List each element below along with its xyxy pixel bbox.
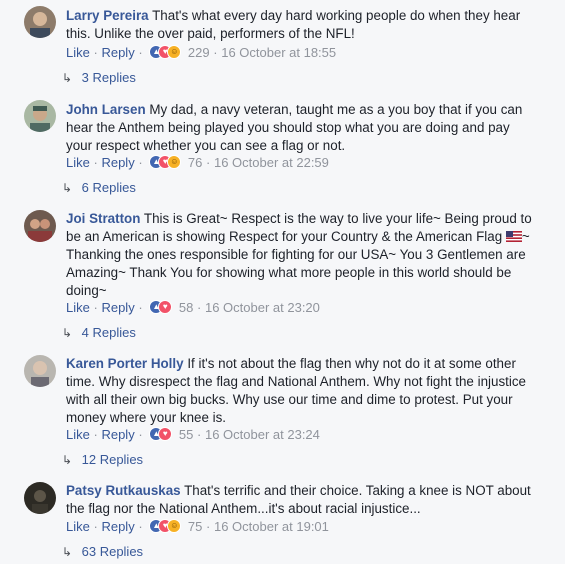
comment-actions: Like · Reply · ▲ ♥ 55 · 16 October at 23… [66,426,320,444]
like-button[interactable]: Like [66,45,90,60]
avatar-image [24,355,56,387]
reply-button[interactable]: Reply [101,300,134,315]
replies-count[interactable]: 4 Replies [82,325,136,340]
view-replies-link[interactable]: ↳ 6 Replies [62,179,136,197]
reaction-count[interactable]: 55 [179,427,193,442]
us-flag-emoji-icon [505,231,522,242]
like-button[interactable]: Like [66,155,90,170]
replies-count[interactable]: 3 Replies [82,70,136,85]
separator: · [138,519,143,534]
separator: · [138,45,143,60]
avatar[interactable] [24,355,56,387]
reply-button[interactable]: Reply [101,45,134,60]
separator: · [197,427,202,442]
avatar-image [24,482,56,514]
avatar[interactable] [24,482,56,514]
comment-author[interactable]: Larry Pereira [66,8,149,23]
separator: · [138,427,143,442]
comment-actions: Like · Reply · ▲ ♥ ☺ 229 · 16 October at… [66,44,336,62]
haha-icon: ☺ [167,155,182,169]
view-replies-link[interactable]: ↳ 63 Replies [62,543,143,561]
avatar[interactable] [24,210,56,242]
separator: · [93,519,98,534]
separator: · [93,427,98,442]
separator: · [197,300,202,315]
replies-count[interactable]: 12 Replies [82,452,143,467]
comment-body: Larry Pereira That's what every day hard… [66,7,536,43]
avatar[interactable] [24,100,56,132]
comment-author[interactable]: Karen Porter Holly [66,356,184,371]
reactions-summary[interactable]: ▲ ♥ [149,300,173,314]
separator: · [93,155,98,170]
separator: · [93,300,98,315]
comment-body: Karen Porter Holly If it's not about the… [66,355,536,427]
comment-author[interactable]: Joi Stratton [66,211,140,226]
haha-icon: ☺ [167,519,182,533]
separator: · [138,155,143,170]
separator: · [138,300,143,315]
reaction-count[interactable]: 76 [188,155,202,170]
comment-timestamp[interactable]: 16 October at 19:01 [214,519,329,534]
separator: · [213,45,218,60]
like-button[interactable]: Like [66,427,90,442]
avatar[interactable] [24,6,56,38]
comment-actions: Like · Reply · ▲ ♥ 58 · 16 October at 23… [66,299,320,317]
reply-arrow-icon: ↳ [62,453,73,467]
comment-author[interactable]: Patsy Rutkauskas [66,483,181,498]
reply-button[interactable]: Reply [101,427,134,442]
reply-button[interactable]: Reply [101,519,134,534]
reactions-summary[interactable]: ▲ ♥ ☺ [149,45,182,59]
view-replies-link[interactable]: ↳ 3 Replies [62,69,136,87]
avatar-image [24,100,56,132]
love-icon: ♥ [158,427,173,441]
reactions-summary[interactable]: ▲ ♥ [149,427,173,441]
separator: · [206,519,211,534]
comment-timestamp[interactable]: 16 October at 23:20 [205,300,320,315]
reply-arrow-icon: ↳ [62,71,73,85]
reaction-count[interactable]: 58 [179,300,193,315]
comment-actions: Like · Reply · ▲ ♥ ☺ 76 · 16 October at … [66,154,329,172]
avatar-image [24,210,56,242]
reply-arrow-icon: ↳ [62,326,73,340]
like-button[interactable]: Like [66,519,90,534]
comment-author[interactable]: John Larsen [66,102,146,117]
avatar-image [24,6,56,38]
reactions-summary[interactable]: ▲ ♥ ☺ [149,519,182,533]
replies-count[interactable]: 6 Replies [82,180,136,195]
comment-timestamp[interactable]: 16 October at 18:55 [221,45,336,60]
reply-arrow-icon: ↳ [62,181,73,195]
reply-button[interactable]: Reply [101,155,134,170]
comment-body: Joi Stratton This is Great~ Respect is t… [66,210,536,300]
reactions-summary[interactable]: ▲ ♥ ☺ [149,155,182,169]
reaction-count[interactable]: 75 [188,519,202,534]
comment-body: Patsy Rutkauskas That's terrific and the… [66,482,536,518]
comment-timestamp[interactable]: 16 October at 23:24 [205,427,320,442]
separator: · [93,45,98,60]
reply-arrow-icon: ↳ [62,545,73,559]
comment-body: John Larsen My dad, a navy veteran, taug… [66,101,536,155]
replies-count[interactable]: 63 Replies [82,544,143,559]
reaction-count[interactable]: 229 [188,45,210,60]
comment-actions: Like · Reply · ▲ ♥ ☺ 75 · 16 October at … [66,518,329,536]
like-button[interactable]: Like [66,300,90,315]
love-icon: ♥ [158,300,173,314]
view-replies-link[interactable]: ↳ 4 Replies [62,324,136,342]
haha-icon: ☺ [167,45,182,59]
separator: · [206,155,211,170]
view-replies-link[interactable]: ↳ 12 Replies [62,451,143,469]
comment-timestamp[interactable]: 16 October at 22:59 [214,155,329,170]
